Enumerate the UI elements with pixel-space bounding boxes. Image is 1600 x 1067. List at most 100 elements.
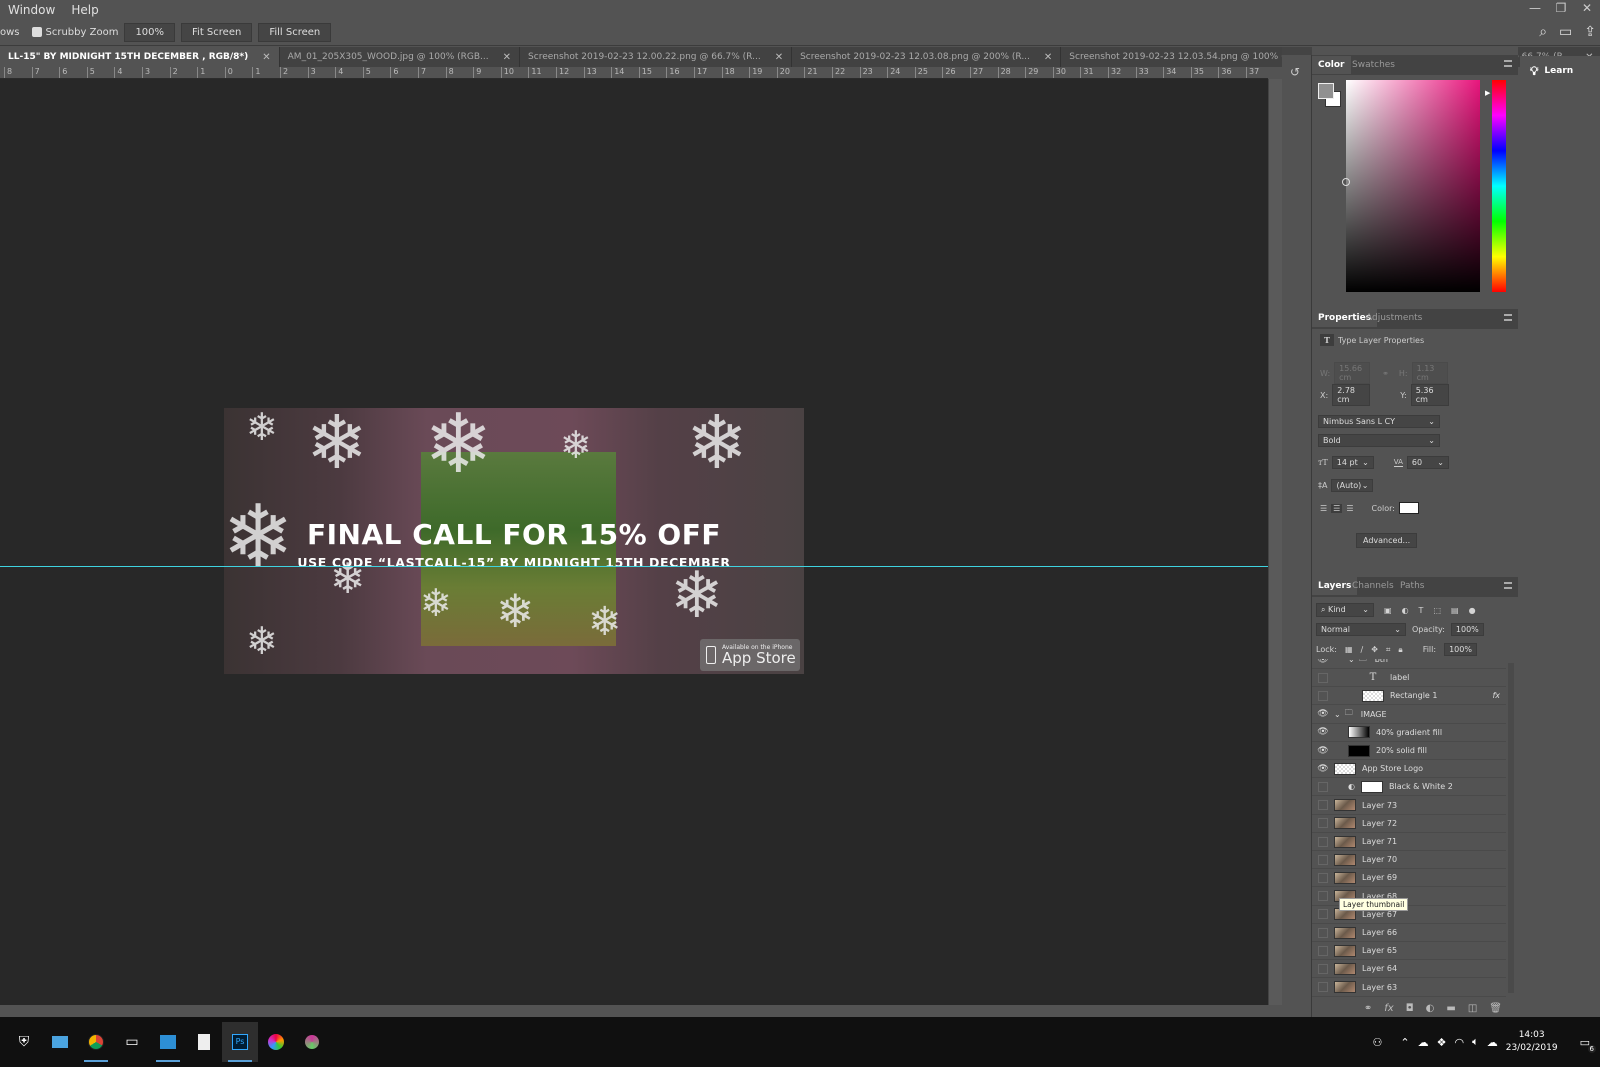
lock-position-icon[interactable]: ✥	[1371, 645, 1378, 654]
link-icon[interactable]: ⚭	[1382, 369, 1389, 378]
visibility-toggle[interactable]	[1318, 945, 1328, 956]
layer-row[interactable]: Layer 72	[1312, 815, 1506, 833]
visibility-eye-icon[interactable]: 👁︎	[1312, 746, 1334, 756]
adjustment-layer-icon[interactable]: ◐	[1426, 1003, 1435, 1014]
wifi-icon[interactable]: ◠	[1455, 1036, 1465, 1049]
saturation-brightness-picker[interactable]	[1346, 80, 1480, 292]
hue-slider-handle[interactable]: ▶	[1485, 89, 1490, 97]
menu-window[interactable]: Window	[0, 3, 63, 17]
visibility-eye-icon[interactable]: 👁︎	[1312, 727, 1334, 737]
clock[interactable]: 14:03 23/02/2019	[1506, 1029, 1558, 1055]
leading-dropdown[interactable]: (Auto) ⌄	[1331, 479, 1374, 492]
link-layers-icon[interactable]: ⚭	[1364, 1003, 1372, 1014]
layer-row[interactable]: Layer 73	[1312, 797, 1506, 815]
volume-icon[interactable]: 🔈︎	[1472, 1035, 1479, 1049]
layer-row[interactable]: 👁︎ 20% solid fill	[1312, 742, 1506, 760]
y-position-field[interactable]: 5.36 cm	[1410, 384, 1449, 406]
restore-button[interactable]: ❐	[1548, 0, 1574, 20]
fx-icon[interactable]: fx	[1384, 1003, 1393, 1014]
taskbar-picasa-icon[interactable]	[258, 1022, 294, 1062]
blend-mode-dropdown[interactable]: Normal ⌄	[1316, 623, 1406, 636]
layer-row[interactable]: 👁︎ ⌄ 🗀︎ IMAGE	[1312, 706, 1506, 724]
lock-image-icon[interactable]: ∕	[1361, 645, 1364, 654]
layer-thumbnail[interactable]	[1334, 817, 1356, 830]
delete-layer-icon[interactable]: 🗑︎	[1489, 1003, 1502, 1014]
font-size-dropdown[interactable]: 14 pt ⌄	[1331, 456, 1374, 469]
document-tab[interactable]: Screenshot 2019-02-23 12.00.22.png @ 66.…	[520, 47, 793, 67]
show-hidden-icons[interactable]: ⌃	[1400, 1036, 1409, 1049]
history-icon[interactable]: ↺	[1290, 65, 1300, 79]
new-layer-icon[interactable]: ◫	[1468, 1003, 1477, 1014]
taskbar-remote-icon[interactable]	[150, 1022, 186, 1062]
visibility-toggle[interactable]	[1318, 982, 1328, 993]
headline-text[interactable]: FINAL CALL FOR 15% OFF	[224, 518, 804, 551]
notification-icon[interactable]: ▭ 6	[1580, 1036, 1596, 1053]
filter-smart-object-icon[interactable]: ▤	[1451, 606, 1459, 615]
learn-panel-tab[interactable]: 💡︎ Learn	[1520, 56, 1600, 86]
people-icon[interactable]: ⚇	[1373, 1036, 1383, 1049]
scrubby-zoom-checkbox[interactable]: Scrubby Zoom	[31, 27, 118, 38]
filter-toggle[interactable]: ●	[1469, 606, 1476, 615]
zoom-level-field[interactable]: 100%	[124, 23, 176, 42]
layer-thumbnail[interactable]	[1348, 744, 1370, 757]
foreground-color-swatch[interactable]	[1318, 83, 1334, 99]
panel-menu-icon[interactable]	[1504, 582, 1512, 589]
fit-screen-button[interactable]: Fit Screen	[181, 23, 253, 42]
layer-row[interactable]: Layer 63	[1312, 979, 1506, 997]
layer-row[interactable]: Layer 71	[1312, 833, 1506, 851]
font-family-dropdown[interactable]: Nimbus Sans L CY ⌄	[1318, 415, 1440, 428]
layer-thumbnail[interactable]	[1362, 689, 1384, 702]
layer-row[interactable]: Layer 66	[1312, 924, 1506, 942]
close-button[interactable]: ✕	[1574, 0, 1600, 20]
taskbar-explorer-icon[interactable]	[42, 1022, 78, 1062]
horizontal-guide[interactable]	[0, 566, 1268, 567]
layer-thumbnail[interactable]	[1334, 962, 1356, 975]
fill-screen-button[interactable]: Fill Screen	[258, 23, 332, 42]
new-group-icon[interactable]: ▬	[1446, 1003, 1455, 1014]
visibility-toggle[interactable]	[1318, 872, 1328, 883]
font-style-dropdown[interactable]: Bold ⌄	[1318, 434, 1440, 447]
x-position-field[interactable]: 2.78 cm	[1332, 384, 1371, 406]
layer-row[interactable]: ◐ Black & White 2	[1312, 778, 1506, 797]
layer-row[interactable]: Rectangle 1 fx	[1312, 687, 1506, 706]
visibility-toggle[interactable]	[1318, 836, 1328, 847]
close-tab-icon[interactable]: ✕	[262, 52, 270, 63]
layer-thumbnail[interactable]	[1348, 726, 1370, 739]
advanced-button[interactable]: Advanced...	[1356, 533, 1418, 548]
horizontal-scrollbar[interactable]	[0, 1005, 1268, 1017]
close-tab-icon[interactable]: ✕	[775, 52, 783, 63]
add-mask-icon[interactable]: ◘	[1406, 1003, 1414, 1014]
visibility-toggle[interactable]	[1318, 963, 1328, 974]
search-icon[interactable]: ⌕	[1539, 24, 1547, 40]
filter-pixel-icon[interactable]: ▣	[1384, 606, 1392, 615]
document-tab[interactable]: LL-15" BY MIDNIGHT 15TH DECEMBER , RGB/8…	[0, 47, 280, 67]
visibility-toggle[interactable]	[1318, 800, 1328, 811]
layer-row[interactable]: Layer 69	[1312, 869, 1506, 888]
layer-thumbnail[interactable]	[1334, 981, 1356, 994]
document-tab[interactable]: AM_01_205X305_WOOD.jpg @ 100% (RGB... ✕	[279, 47, 521, 67]
filter-adjustment-icon[interactable]: ◐	[1402, 606, 1409, 615]
height-field[interactable]: 1.13 cm	[1411, 362, 1448, 384]
visibility-toggle[interactable]	[1318, 854, 1328, 865]
layer-thumbnail[interactable]	[1334, 871, 1356, 884]
layer-row[interactable]: 👁︎ App Store Logo	[1312, 760, 1506, 779]
taskbar-color-app-icon[interactable]	[294, 1022, 330, 1062]
artboard[interactable]: ❄ ❄ ❄ ❄ ❄ ❄ ❄ ❄ ❄ ❄ ❄ ❄ FINAL CALL FOR 1…	[224, 408, 804, 674]
lock-artboard-icon[interactable]: ⌗	[1386, 645, 1391, 655]
layer-thumbnail[interactable]	[1334, 799, 1356, 812]
visibility-toggle[interactable]	[1318, 927, 1328, 938]
close-tab-icon[interactable]: ✕	[1044, 52, 1052, 63]
vertical-scrollbar[interactable]	[1268, 79, 1282, 1005]
layers-scrollbar[interactable]	[1508, 663, 1514, 993]
hue-slider[interactable]	[1492, 80, 1506, 292]
tracking-dropdown[interactable]: 60 ⌄	[1406, 456, 1449, 469]
align-right-icon[interactable]: ☰	[1346, 504, 1353, 513]
text-color-swatch[interactable]	[1398, 502, 1419, 514]
chevron-down-icon[interactable]: ⌄	[1334, 710, 1341, 719]
filter-shape-icon[interactable]: ⬚	[1433, 606, 1441, 615]
layer-thumbnail[interactable]	[1334, 853, 1356, 866]
visibility-toggle[interactable]	[1318, 690, 1328, 701]
layer-row[interactable]: Layer 70	[1312, 851, 1506, 870]
layer-row[interactable]: Tlabel	[1312, 669, 1506, 688]
cloud-upload-icon[interactable]: ☁	[1487, 1036, 1498, 1049]
